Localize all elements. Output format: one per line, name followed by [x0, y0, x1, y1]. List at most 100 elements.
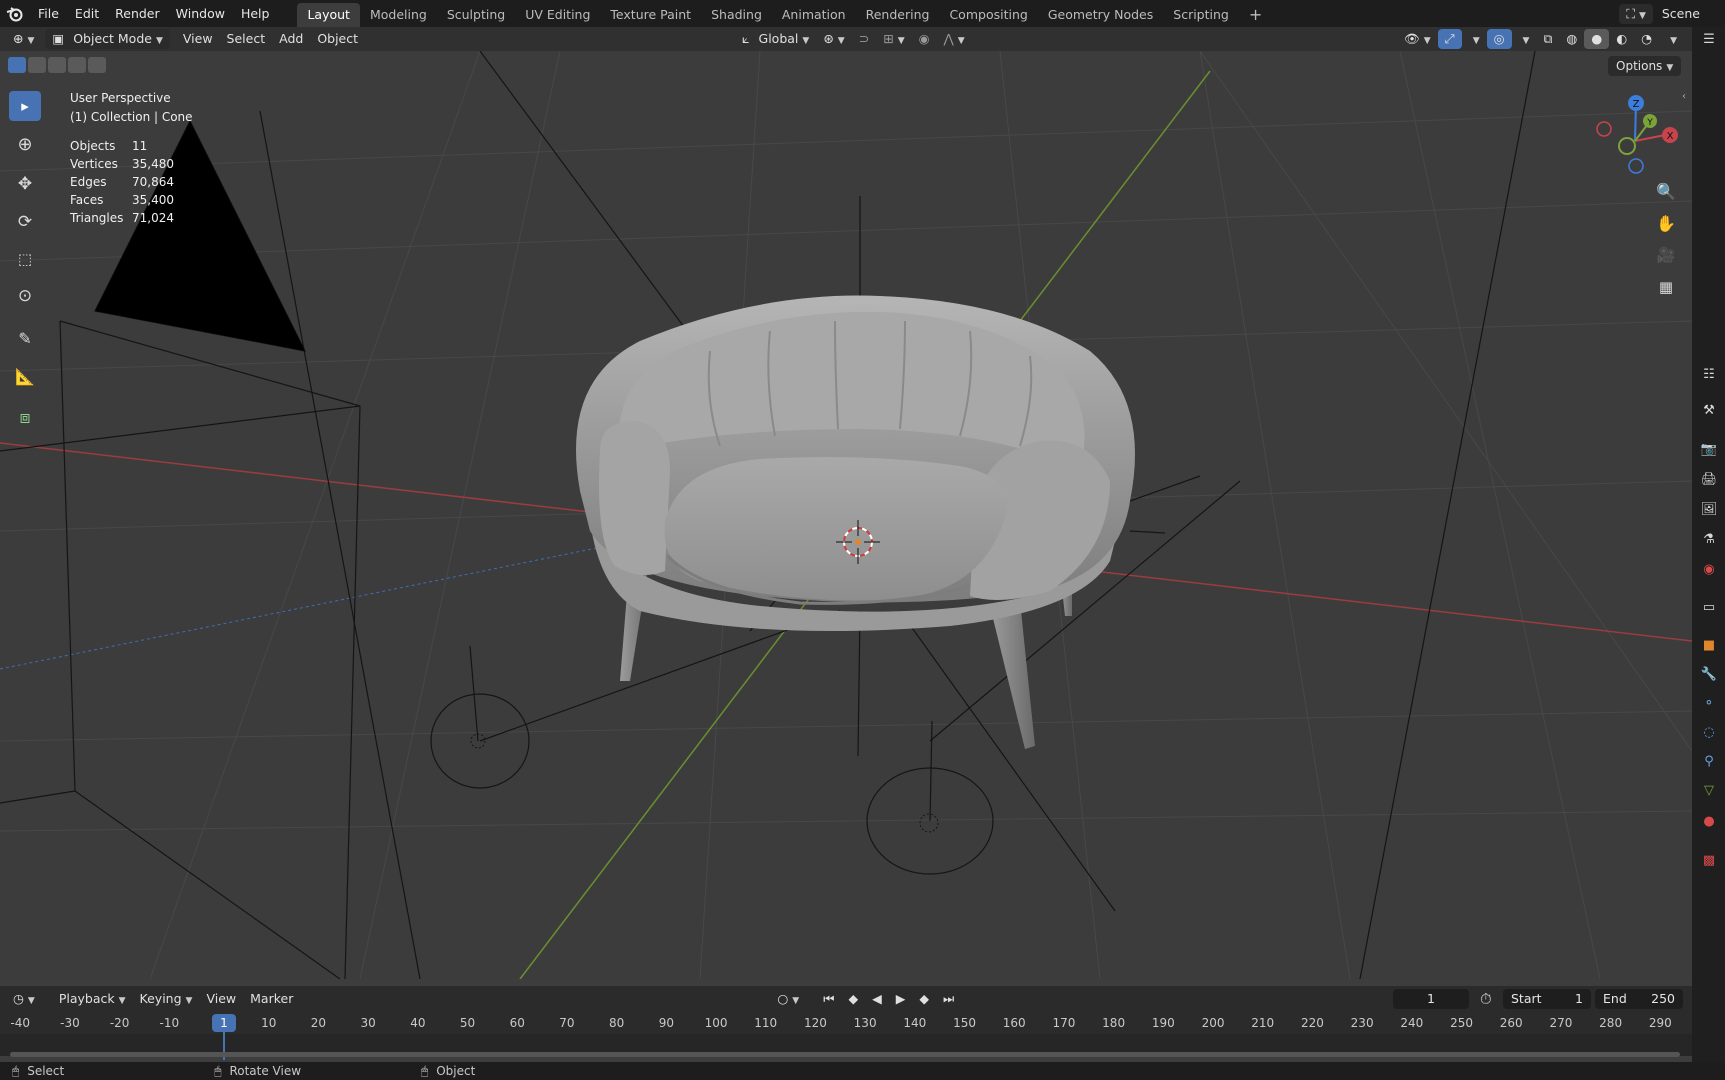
select-menu[interactable]: Select — [220, 29, 273, 49]
mode-selector[interactable]: ▣ Object Mode ▼ — [45, 29, 170, 49]
visibility-icon[interactable]: 👁 ▼ — [1397, 29, 1438, 49]
xray-icon[interactable]: ⧉ — [1536, 29, 1559, 49]
tab-uv-editing[interactable]: UV Editing — [515, 3, 600, 27]
snap-icon[interactable]: ⊃ — [852, 29, 876, 49]
tab-geometry-nodes[interactable]: Geometry Nodes — [1038, 3, 1163, 27]
marker-menu[interactable]: Marker — [243, 989, 300, 1009]
wireframe-shading-icon[interactable]: ◍ — [1559, 29, 1584, 49]
editor-type-icon[interactable]: ⊕ ▼ — [6, 29, 41, 49]
scale-tool[interactable]: ⬚ — [9, 244, 41, 274]
solid-shading-icon[interactable]: ● — [1584, 29, 1610, 49]
material-properties-icon[interactable]: ● — [1700, 812, 1718, 830]
object-menu[interactable]: Object — [310, 29, 365, 49]
render-properties-icon[interactable]: 📷 — [1700, 440, 1718, 458]
shading-options-icon[interactable]: ▼ — [1659, 29, 1684, 49]
menu-render[interactable]: Render — [107, 0, 168, 27]
jump-keyframe-forward-icon[interactable]: ◆ — [912, 989, 936, 1009]
move-tool[interactable]: ✥ — [9, 169, 41, 199]
options-button[interactable]: Options ▼ — [1608, 56, 1682, 76]
cursor-tool[interactable]: ⊕ — [9, 129, 41, 159]
measure-tool[interactable]: 📐 — [9, 361, 41, 391]
select-subtract-icon[interactable] — [48, 57, 66, 73]
transform-tool[interactable]: ⊙ — [9, 281, 41, 311]
tab-compositing[interactable]: Compositing — [939, 3, 1037, 27]
gizmo-toggle-icon[interactable]: ⤢ — [1437, 29, 1462, 49]
zoom-button[interactable]: 🔍 — [1652, 177, 1680, 205]
menu-window[interactable]: Window — [168, 0, 233, 27]
orientation-selector[interactable]: ⟀ Global ▼ — [735, 29, 816, 49]
timeline-ruler[interactable] — [0, 1012, 1692, 1034]
playback-menu[interactable]: Playback ▼ — [52, 989, 133, 1009]
jump-keyframe-back-icon[interactable]: ◆ — [841, 989, 865, 1009]
play-reverse-icon[interactable]: ◀ — [865, 989, 889, 1009]
overlay-toggle-icon[interactable]: ◎ — [1486, 29, 1512, 49]
menu-file[interactable]: File — [30, 0, 67, 27]
3d-viewport[interactable]: ▸ ⊕ ✥ ⟳ ⬚ ⊙ ✎ 📐 ⧈ User Perspective (1) C… — [0, 51, 1692, 979]
collection-properties-icon[interactable]: ▭ — [1700, 598, 1718, 616]
view-menu[interactable]: View — [176, 29, 220, 49]
annotate-tool[interactable]: ✎ — [9, 323, 41, 353]
tab-rendering[interactable]: Rendering — [856, 3, 940, 27]
material-shading-icon[interactable]: ◐ — [1609, 29, 1634, 49]
add-cube-tool[interactable]: ⧈ — [9, 403, 41, 433]
data-properties-icon[interactable]: ▽ — [1700, 781, 1718, 799]
add-menu[interactable]: Add — [272, 29, 310, 49]
snap-target-icon[interactable]: ⊞ ▼ — [876, 29, 911, 49]
end-frame-field[interactable]: End 250 — [1595, 989, 1683, 1009]
scene-properties-icon[interactable]: ⚗ — [1700, 530, 1718, 548]
tab-layout[interactable]: Layout — [297, 3, 360, 27]
particles-properties-icon[interactable]: ⚬ — [1700, 694, 1718, 712]
sidebar-toggle-icon[interactable]: ‹ — [1682, 91, 1686, 102]
ortho-toggle-button[interactable]: ▦ — [1652, 273, 1680, 301]
timeline-scrollbar[interactable] — [10, 1052, 1680, 1057]
falloff-icon[interactable]: ⋀ ▼ — [937, 29, 972, 49]
blender-logo-icon[interactable] — [0, 0, 30, 27]
select-box-tool[interactable]: ▸ — [9, 91, 41, 121]
timeline-editor-icon[interactable]: ◷ ▼ — [6, 989, 42, 1009]
timeline-view-menu[interactable]: View — [199, 989, 243, 1009]
world-properties-icon[interactable]: ◉ — [1700, 560, 1718, 578]
tab-scripting[interactable]: Scripting — [1163, 3, 1239, 27]
menu-help[interactable]: Help — [233, 0, 278, 27]
jump-start-icon[interactable]: ⏮ — [816, 989, 841, 1009]
menu-edit[interactable]: Edit — [67, 0, 107, 27]
properties-editor-icon[interactable]: ☷ — [1700, 365, 1718, 383]
output-properties-icon[interactable]: 🖨 — [1700, 470, 1718, 488]
tab-modeling[interactable]: Modeling — [360, 3, 437, 27]
tab-animation[interactable]: Animation — [772, 3, 856, 27]
play-icon[interactable]: ▶ — [889, 989, 913, 1009]
tab-sculpting[interactable]: Sculpting — [437, 3, 515, 27]
rotate-tool[interactable]: ⟳ — [9, 207, 41, 237]
proportional-edit-icon[interactable]: ◉ — [912, 29, 937, 49]
start-frame-field[interactable]: Start 1 — [1503, 989, 1591, 1009]
auto-keying-icon[interactable]: ○ ▼ — [770, 989, 806, 1009]
overlay-dropdown-icon[interactable]: ▼ — [1512, 29, 1537, 49]
pan-button[interactable]: ✋ — [1652, 209, 1680, 237]
navigation-gizmo[interactable]: Z X Y — [1590, 91, 1680, 181]
tab-shading[interactable]: Shading — [701, 3, 772, 27]
select-intersect-icon[interactable] — [88, 57, 106, 73]
rendered-shading-icon[interactable]: ◔ — [1634, 29, 1659, 49]
add-workspace-icon[interactable]: + — [1239, 3, 1272, 27]
current-frame-field[interactable]: 1 — [1393, 989, 1469, 1009]
view-layer-icon[interactable]: 🖼 — [1700, 500, 1718, 518]
select-extend-icon[interactable] — [28, 57, 46, 73]
jump-end-icon[interactable]: ⏭ — [936, 989, 961, 1009]
scene-name[interactable]: Scene — [1655, 4, 1707, 24]
gizmo-dropdown-icon[interactable]: ▼ — [1462, 29, 1487, 49]
select-invert-icon[interactable] — [68, 57, 86, 73]
pivot-point-icon[interactable]: ⊛ ▼ — [816, 29, 851, 49]
object-properties-icon[interactable]: ■ — [1700, 636, 1718, 654]
select-new-icon[interactable] — [8, 57, 26, 73]
stopwatch-icon[interactable]: ⏱ — [1480, 990, 1492, 1008]
constraints-properties-icon[interactable]: ⚲ — [1700, 752, 1718, 770]
tab-texture-paint[interactable]: Texture Paint — [600, 3, 701, 27]
camera-view-button[interactable]: 🎥 — [1652, 241, 1680, 269]
keying-menu[interactable]: Keying ▼ — [133, 989, 200, 1009]
texture-properties-icon[interactable]: ▩ — [1700, 851, 1718, 869]
outliner-icon[interactable]: ☰ — [1700, 30, 1718, 48]
physics-properties-icon[interactable]: ◌ — [1700, 723, 1718, 741]
modifier-properties-icon[interactable]: 🔧 — [1700, 665, 1718, 683]
tool-properties-icon[interactable]: ⚒ — [1700, 401, 1718, 419]
scene-selector-icon[interactable]: ⛶ ▼ — [1619, 3, 1653, 24]
